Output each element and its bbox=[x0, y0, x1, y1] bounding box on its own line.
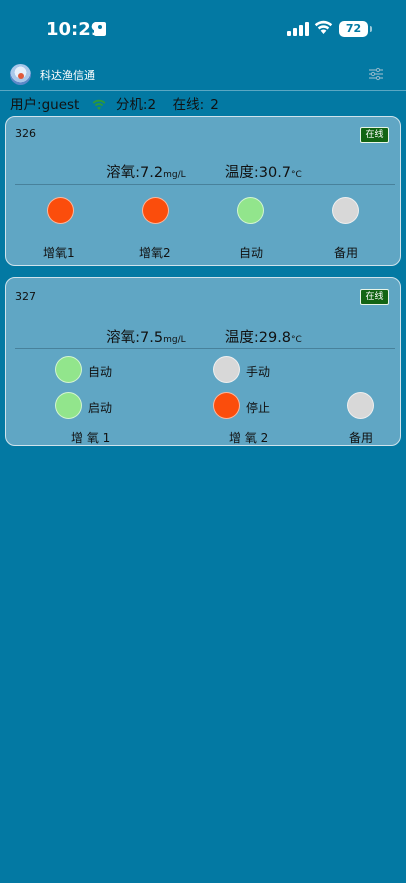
contact-card-icon bbox=[94, 22, 106, 36]
card-id: 326 bbox=[15, 127, 36, 140]
divider bbox=[15, 348, 395, 349]
app-header: 科达渔信通 bbox=[0, 60, 406, 91]
aerator1-name: 增 氧 1 bbox=[71, 431, 111, 445]
auto-status-lamp[interactable] bbox=[237, 197, 264, 224]
device-card-326[interactable]: 326 在线 溶氧:7.2mg/L 温度:30.7°C 增氧1 增氧2 自动 备… bbox=[5, 116, 401, 266]
temp-value: 30.7 bbox=[258, 165, 292, 181]
status-bar: 10:29 72 bbox=[0, 0, 406, 60]
aerator2-run-lamp[interactable] bbox=[213, 392, 240, 419]
temp-unit: °C bbox=[291, 335, 302, 345]
temp-unit: °C bbox=[291, 170, 302, 180]
online-count: 2 bbox=[210, 97, 219, 113]
aerator2-status-lamp[interactable] bbox=[142, 197, 169, 224]
units-label: 分机: bbox=[115, 97, 148, 113]
oxygen-unit: mg/L bbox=[163, 335, 186, 345]
aerator1-run-lamp[interactable] bbox=[55, 392, 82, 419]
aerator2-name: 增 氧 2 bbox=[229, 431, 269, 445]
cellular-signal-icon bbox=[287, 22, 309, 36]
settings-sliders-icon[interactable] bbox=[368, 67, 384, 81]
metrics-row: 溶氧:7.2mg/L 温度:30.7°C bbox=[6, 161, 402, 182]
device-card-327[interactable]: 327 在线 溶氧:7.5mg/L 温度:29.8°C 自动 手动 启动 停止 … bbox=[5, 277, 401, 446]
divider bbox=[15, 184, 395, 185]
temp-label: 温度: bbox=[224, 330, 259, 346]
aerator1-run-label: 启动 bbox=[88, 401, 113, 415]
aerator1-mode-lamp[interactable] bbox=[55, 356, 82, 383]
aerator2-mode-lamp[interactable] bbox=[213, 356, 240, 383]
aerator2-label: 增氧2 bbox=[139, 246, 171, 260]
spare-label: 备用 bbox=[334, 246, 359, 260]
spare-lamp[interactable] bbox=[347, 392, 374, 419]
oxygen-label: 溶氧: bbox=[106, 165, 141, 181]
temp-label: 温度: bbox=[224, 165, 259, 181]
oxygen-label: 溶氧: bbox=[106, 330, 141, 346]
online-badge: 在线 bbox=[360, 127, 389, 143]
spare-status-lamp[interactable] bbox=[332, 197, 359, 224]
oxygen-unit: mg/L bbox=[163, 170, 186, 180]
spare-label: 备用 bbox=[349, 431, 374, 445]
connection-icon bbox=[92, 99, 106, 110]
summary-bar: 用户: guest 分机: 2 在线: 2 bbox=[10, 93, 219, 113]
aerator1-label: 增氧1 bbox=[43, 246, 75, 260]
wifi-icon bbox=[314, 20, 333, 34]
aerator1-status-lamp[interactable] bbox=[47, 197, 74, 224]
app-logo bbox=[10, 64, 31, 85]
aerator2-run-label: 停止 bbox=[246, 401, 271, 415]
user-label: 用户: bbox=[10, 97, 42, 113]
oxygen-value: 7.5 bbox=[140, 330, 164, 346]
oxygen-value: 7.2 bbox=[140, 165, 164, 181]
battery-indicator: 72 bbox=[339, 21, 372, 37]
app-title: 科达渔信通 bbox=[40, 69, 95, 82]
online-badge: 在线 bbox=[360, 289, 389, 305]
aerator1-mode-label: 自动 bbox=[88, 365, 113, 379]
auto-label: 自动 bbox=[239, 246, 264, 260]
card-id: 327 bbox=[15, 290, 36, 303]
units-count: 2 bbox=[147, 97, 157, 113]
online-label: 在线: bbox=[172, 97, 205, 113]
aerator2-mode-label: 手动 bbox=[246, 365, 271, 379]
user-name: guest bbox=[41, 97, 80, 113]
metrics-row: 溶氧:7.5mg/L 温度:29.8°C bbox=[6, 326, 402, 347]
temp-value: 29.8 bbox=[258, 330, 292, 346]
